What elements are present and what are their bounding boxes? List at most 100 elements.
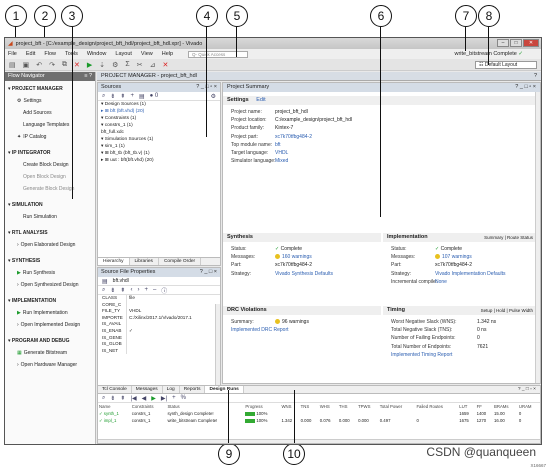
column-header[interactable]: Constraints [131, 403, 167, 410]
timing-tabs[interactable]: Setup | Hold | Pulse Width [481, 306, 533, 315]
undo-icon[interactable]: ↶ [36, 61, 42, 69]
launch-icon[interactable]: ▶ [151, 395, 156, 402]
program-icon[interactable]: ⇣ [99, 61, 105, 69]
quick-access-input[interactable]: Q- Quick Access [188, 50, 249, 58]
nav-ip-catalog[interactable]: ✦ IP Catalog [5, 134, 95, 140]
table-row[interactable]: ✓ impl_1 constrs_1 write_bitstream Compl… [98, 417, 540, 424]
tree-item[interactable]: ▾ Design Sources (1) [101, 101, 220, 108]
property-row[interactable]: IMPORTE C:/Xilinx/2017.1/Vivado/2017.1 [102, 314, 220, 322]
section-ip-integrator[interactable]: ▾ IP INTEGRATOR [5, 150, 95, 156]
column-header[interactable]: TNS [300, 403, 319, 410]
nav-language-templates[interactable]: Language Templates [5, 122, 95, 128]
delete-icon[interactable]: ✕ [74, 61, 80, 69]
expand-all-icon[interactable]: ⇞ [120, 93, 125, 100]
section-project-manager[interactable]: ▾ PROJECT MANAGER [5, 86, 95, 92]
tree-item[interactable]: ▾ sim_1 (1) [101, 143, 220, 150]
column-header[interactable]: Status [166, 403, 244, 410]
open-icon[interactable]: ▤ [9, 61, 16, 69]
cut-icon[interactable]: ✂ [137, 61, 143, 69]
run-icon[interactable]: ▶ [87, 61, 92, 69]
panel-controls-icon[interactable]: ? _ □ ▫ × [514, 386, 540, 393]
layout-select[interactable]: ☷ Default Layout [475, 61, 537, 69]
section-implementation[interactable]: ▾ IMPLEMENTATION [5, 298, 95, 304]
column-header[interactable]: TPWS [357, 403, 379, 410]
column-header[interactable]: THS [338, 403, 357, 410]
add-icon[interactable]: + [130, 93, 134, 99]
menu-edit[interactable]: Edit [26, 51, 35, 57]
edit-settings-link[interactable]: Edit [256, 97, 265, 103]
expand-all-icon[interactable]: ⇞ [120, 395, 125, 402]
nav-run-simulation[interactable]: Run Simulation [5, 214, 95, 220]
prev-icon[interactable]: ‹ [130, 287, 132, 293]
menu-flow[interactable]: Flow [44, 51, 56, 57]
copy-icon[interactable]: ⧉ [62, 61, 67, 69]
gear-icon[interactable]: ⚙ [211, 93, 216, 100]
redo-icon[interactable]: ↷ [49, 61, 55, 69]
column-header[interactable]: WHS [319, 403, 338, 410]
runs-scrollbar[interactable] [98, 439, 540, 443]
column-header[interactable]: BRAMs [493, 403, 518, 410]
table-row[interactable]: ✓ synth_1 constrs_1 synth_design Complet… [98, 410, 540, 417]
drc-report-link[interactable]: Implemented DRC Report [231, 326, 289, 334]
property-row[interactable]: CLASS file [102, 295, 220, 302]
prev-icon[interactable]: ◀ [142, 395, 147, 402]
section-simulation[interactable]: ▾ SIMULATION [5, 202, 95, 208]
panel-controls-icon[interactable]: ? _ □ ▫ × [515, 83, 536, 92]
property-row[interactable]: CORE_C [102, 301, 220, 309]
collapse-all-icon[interactable]: ⇟ [110, 287, 115, 294]
add-icon[interactable]: + [172, 395, 176, 401]
nav-run-synthesis[interactable]: ▶ Run Synthesis [5, 270, 95, 276]
column-header[interactable]: Total Power [379, 403, 416, 410]
maximize-button[interactable]: □ [510, 39, 522, 47]
implementation-tabs[interactable]: Summary | Route Status [484, 233, 533, 242]
menu-help[interactable]: Help [162, 51, 173, 57]
sum-icon[interactable]: Σ [125, 61, 129, 68]
property-row[interactable]: IS_AVAIL [102, 321, 220, 328]
tree-item[interactable]: ▾ Simulation Sources (1) [101, 136, 220, 143]
search-icon[interactable]: ⌕ [102, 287, 105, 294]
tab-libraries[interactable]: Libraries [130, 258, 159, 265]
tab-tcl-console[interactable]: Tcl Console [98, 386, 132, 393]
tree-item[interactable]: ▾ constrs_1 (1) [101, 122, 220, 129]
minimize-button[interactable]: – [497, 39, 509, 47]
timing-report-link[interactable]: Implemented Timing Report [391, 351, 452, 359]
add-icon[interactable]: + [144, 287, 148, 293]
nav-open-elaborated-design[interactable]: › Open Elaborated Design [5, 242, 95, 248]
tab-messages[interactable]: Messages [132, 386, 163, 393]
property-row[interactable]: IS_NET [102, 347, 220, 355]
nav-create-block-design[interactable]: Create Block Design [5, 162, 95, 168]
column-header[interactable]: LUT [458, 403, 475, 410]
nav-settings[interactable]: ⚙ Settings [5, 98, 95, 104]
help-icon[interactable]: ? [534, 72, 537, 81]
collapse-icon[interactable]: ≡ ? [84, 72, 92, 81]
tab-compile-order[interactable]: Compile Order [159, 258, 202, 265]
section-program-and-debug[interactable]: ▾ PROGRAM AND DEBUG [5, 338, 95, 344]
column-header[interactable]: Name [98, 403, 131, 410]
tab-reports[interactable]: Reports [180, 386, 206, 393]
next-icon[interactable]: › [137, 287, 139, 293]
search-icon[interactable]: ⌕ [102, 395, 105, 402]
tree-item[interactable]: ▸ ⊞ uut : bft(bft.vhd) (20) [101, 157, 220, 164]
summary-scrollbar[interactable] [535, 92, 540, 383]
property-row[interactable]: FILE_TY VHDL [102, 308, 220, 315]
tab-design-runs[interactable]: Design Runs [205, 386, 244, 393]
tree-item[interactable]: ▾ ⊞ bft_tb (bft_tb.v) (1) [101, 150, 220, 157]
menu-file[interactable]: File [8, 51, 17, 57]
column-header[interactable]: WNS [280, 403, 299, 410]
tree-item[interactable]: bft_full.xdc [101, 129, 220, 136]
menu-window[interactable]: Window [87, 51, 107, 57]
collapse-all-icon[interactable]: ⇟ [110, 93, 115, 100]
first-icon[interactable]: |◀ [130, 395, 136, 402]
info-icon[interactable]: ⓘ [161, 286, 167, 295]
nav-open-synthesized-design[interactable]: › Open Synthesized Design [5, 282, 95, 288]
property-row[interactable]: IS_GENE [102, 334, 220, 342]
nav-open-implemented-design[interactable]: › Open Implemented Design [5, 322, 95, 328]
remove-icon[interactable]: – [153, 287, 156, 293]
expand-all-icon[interactable]: ⇞ [120, 287, 125, 294]
warning-count-icon[interactable]: ● 0 [150, 93, 159, 99]
title-bar[interactable]: ◢ project_bft - [C:/example_design/proje… [5, 38, 541, 49]
search-icon[interactable]: ⌕ [102, 93, 105, 100]
nav-add-sources[interactable]: Add Sources [5, 110, 95, 116]
settings-icon[interactable]: ⚙ [112, 61, 118, 69]
property-row[interactable]: IS_ENAB ✓ [102, 327, 220, 335]
